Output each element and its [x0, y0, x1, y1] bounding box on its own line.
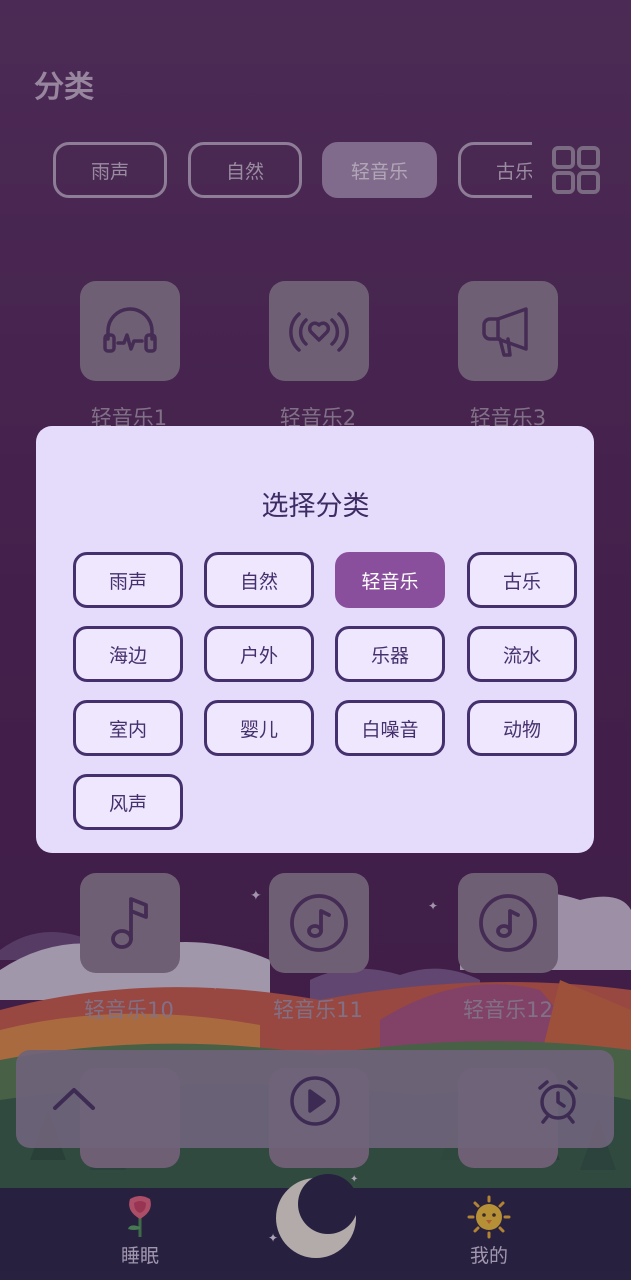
- option-indoor[interactable]: 室内: [73, 700, 183, 756]
- option-white-noise[interactable]: 白噪音: [335, 700, 445, 756]
- option-instruments[interactable]: 乐器: [335, 626, 445, 682]
- option-outdoor[interactable]: 户外: [204, 626, 314, 682]
- option-seaside[interactable]: 海边: [73, 626, 183, 682]
- option-wind[interactable]: 风声: [73, 774, 183, 830]
- option-baby[interactable]: 婴儿: [204, 700, 314, 756]
- option-rain[interactable]: 雨声: [73, 552, 183, 608]
- option-animals[interactable]: 动物: [467, 700, 577, 756]
- option-flowing-water[interactable]: 流水: [467, 626, 577, 682]
- dialog-title: 选择分类: [261, 491, 370, 522]
- option-light-music[interactable]: 轻音乐: [335, 552, 445, 608]
- option-nature[interactable]: 自然: [204, 552, 314, 608]
- option-ancient-music[interactable]: 古乐: [467, 552, 577, 608]
